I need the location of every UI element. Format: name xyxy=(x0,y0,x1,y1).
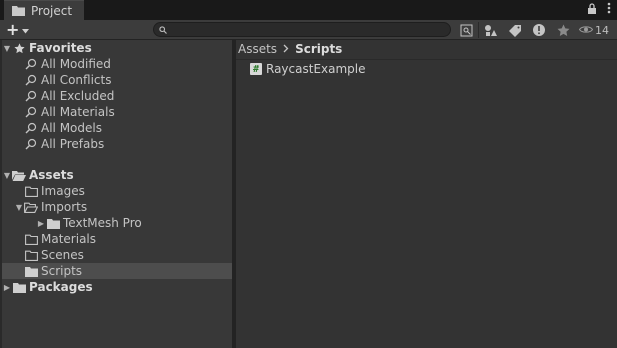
tree-label: Images xyxy=(41,184,85,198)
asset-list-pane: Assets Scripts # RaycastExample xyxy=(236,40,617,348)
expanded-arrow-icon[interactable]: ▼ xyxy=(2,44,12,53)
favorite-item-all-materials[interactable]: All Materials xyxy=(2,104,254,120)
folder-icon xyxy=(12,5,25,16)
tree-item-imports[interactable]: ▼ Imports xyxy=(2,199,244,215)
tree-label: Imports xyxy=(41,200,88,214)
tab-project[interactable]: Project xyxy=(4,0,84,20)
filter-by-label-icon[interactable] xyxy=(503,21,527,39)
dropdown-arrow-icon xyxy=(22,23,30,37)
log-types-icon[interactable] xyxy=(527,21,551,39)
hidden-packages-toggle[interactable]: 14 xyxy=(578,23,609,37)
breadcrumb: Assets Scripts xyxy=(238,42,342,56)
favorite-item-all-modified[interactable]: All Modified xyxy=(2,56,254,72)
collapsed-arrow-icon[interactable]: ▶ xyxy=(36,219,46,228)
expanded-arrow-icon[interactable]: ▼ xyxy=(14,203,24,212)
asset-label: RaycastExample xyxy=(266,62,366,76)
tree-item-scenes[interactable]: Scenes xyxy=(2,247,254,263)
eye-icon xyxy=(578,24,594,37)
star-icon xyxy=(12,41,26,55)
favorite-item-all-excluded[interactable]: All Excluded xyxy=(2,88,254,104)
csharp-script-icon: # xyxy=(250,63,262,75)
search-by-window-icon[interactable] xyxy=(454,21,478,39)
chevron-right-icon xyxy=(283,42,289,56)
lock-icon[interactable] xyxy=(587,2,597,17)
tree-label: All Models xyxy=(41,121,102,135)
tree-label: All Materials xyxy=(41,105,115,119)
folder-outline-icon xyxy=(24,232,38,246)
tree-label: All Modified xyxy=(41,57,111,71)
tree-label: Scripts xyxy=(41,264,83,278)
favorite-item-all-models[interactable]: All Models xyxy=(2,120,254,136)
tree-item-scripts[interactable]: Scripts xyxy=(2,263,254,279)
tree-item-packages[interactable]: ▶ Packages xyxy=(2,279,232,295)
tree-label: Assets xyxy=(29,168,74,182)
search-icon xyxy=(24,137,38,151)
hidden-count: 14 xyxy=(595,23,609,37)
tree-label: Packages xyxy=(29,280,93,294)
breadcrumb-scripts[interactable]: Scripts xyxy=(295,42,342,56)
project-toolbar: + 14 xyxy=(0,20,617,40)
toolbar-filters: 14 xyxy=(454,21,609,39)
search-input[interactable] xyxy=(167,23,435,36)
tree-label: All Conflicts xyxy=(41,73,112,87)
tab-label: Project xyxy=(31,3,73,18)
search-icon xyxy=(24,89,38,103)
tree-item-assets[interactable]: ▼ Assets xyxy=(2,167,232,183)
add-button[interactable]: + xyxy=(6,22,38,38)
breadcrumb-assets[interactable]: Assets xyxy=(238,42,277,56)
tree-item-textmesh-pro[interactable]: ▶ TextMesh Pro xyxy=(2,215,266,231)
folder-outline-icon xyxy=(24,184,38,198)
search-icon xyxy=(159,23,167,37)
tree-label: Materials xyxy=(41,232,97,246)
folder-tree: ▼ Favorites All Modified All Conflicts A… xyxy=(0,40,254,348)
tab-bar: Project xyxy=(0,0,617,20)
tree-label: TextMesh Pro xyxy=(63,216,142,230)
breadcrumb-divider xyxy=(236,59,617,60)
window-controls xyxy=(587,2,611,17)
folder-outline-icon xyxy=(24,248,38,262)
search-icon xyxy=(24,73,38,87)
tree-item-materials[interactable]: Materials xyxy=(2,231,254,247)
open-folder-outline-icon xyxy=(24,200,38,214)
favorite-star-icon[interactable] xyxy=(551,21,575,39)
search-icon xyxy=(24,121,38,135)
open-folder-icon xyxy=(12,168,26,182)
tree-label: All Prefabs xyxy=(41,137,105,151)
folder-icon xyxy=(46,216,60,230)
search-field[interactable] xyxy=(153,22,451,37)
collapsed-arrow-icon[interactable]: ▶ xyxy=(2,283,12,292)
folder-icon xyxy=(12,280,26,294)
search-icon xyxy=(24,57,38,71)
add-label: + xyxy=(6,20,20,39)
filter-by-type-icon[interactable] xyxy=(479,21,503,39)
tree-item-images[interactable]: Images xyxy=(2,183,254,199)
search-icon xyxy=(24,105,38,119)
expanded-arrow-icon[interactable]: ▼ xyxy=(2,171,12,180)
favorite-item-all-conflicts[interactable]: All Conflicts xyxy=(2,72,254,88)
more-menu-icon[interactable] xyxy=(607,2,611,17)
tree-label: Scenes xyxy=(41,248,84,262)
tree-label: All Excluded xyxy=(41,89,115,103)
asset-item-raycastexample[interactable]: # RaycastExample xyxy=(250,62,366,76)
favorite-item-all-prefabs[interactable]: All Prefabs xyxy=(2,136,254,152)
folder-icon xyxy=(24,264,38,278)
tree-label: Favorites xyxy=(29,41,92,55)
tree-item-favorites[interactable]: ▼ Favorites xyxy=(2,40,232,56)
